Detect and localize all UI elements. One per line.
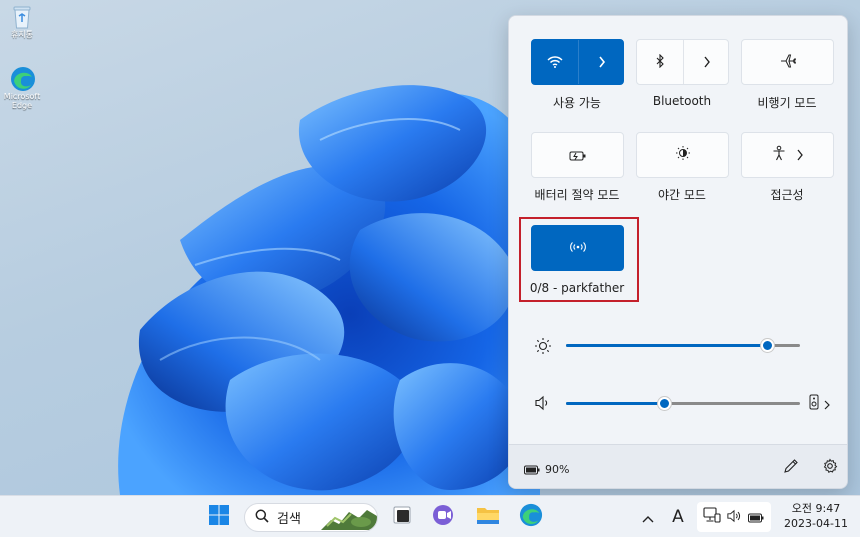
- system-tray-quick-settings-button[interactable]: [697, 502, 771, 532]
- task-view-icon: [391, 505, 413, 529]
- search-highlight-image: [321, 504, 377, 531]
- airplane-mode-tile-label: 비행기 모드: [757, 96, 817, 110]
- speaker-icon: [534, 395, 552, 415]
- bluetooth-icon: [655, 53, 665, 72]
- taskbar-clock[interactable]: 오전 9:47 2023-04-11: [776, 501, 856, 531]
- brightness-slider-fill: [566, 344, 767, 347]
- night-light-tile[interactable]: [636, 132, 729, 178]
- airplane-icon: [780, 53, 796, 72]
- wifi-tile-label: 사용 가능: [553, 96, 601, 110]
- settings-button[interactable]: [822, 458, 838, 478]
- mobile-hotspot-tile-label: 0/8 - parkfather: [529, 281, 625, 295]
- file-explorer-icon: [476, 505, 500, 529]
- speaker-icon: [726, 508, 742, 527]
- brightness-slider-thumb[interactable]: [761, 339, 774, 352]
- battery-icon: [524, 460, 540, 479]
- taskbar: 검색 A 오전 9:47 2023-04-11: [0, 495, 860, 537]
- battery-saver-tile[interactable]: [531, 132, 624, 178]
- chevron-right-icon: [703, 53, 711, 72]
- desktop-icon-recycle-bin[interactable]: 휴지통: [2, 4, 42, 39]
- taskbar-search-box[interactable]: 검색: [244, 503, 378, 532]
- airplane-mode-tile[interactable]: [741, 39, 834, 85]
- volume-slider[interactable]: [566, 395, 800, 413]
- clock-time: 오전 9:47: [791, 502, 841, 515]
- input-method-button[interactable]: A: [666, 502, 690, 532]
- audio-output-button[interactable]: [809, 394, 837, 414]
- wifi-tile[interactable]: [531, 39, 624, 85]
- mobile-hotspot-tile[interactable]: [531, 225, 624, 271]
- battery-saver-tile-label: 배터리 절약 모드: [534, 188, 620, 202]
- volume-slider-thumb[interactable]: [658, 397, 671, 410]
- night-light-icon: [675, 145, 691, 165]
- chevron-right-icon: [598, 53, 606, 72]
- brightness-icon: [534, 337, 552, 359]
- mobile-hotspot-icon: [569, 239, 587, 258]
- audio-device-icon: [809, 394, 819, 414]
- brightness-slider[interactable]: [566, 337, 800, 355]
- battery-percentage: 90%: [545, 463, 570, 476]
- quick-settings-footer: 90%: [509, 444, 847, 488]
- search-placeholder: 검색: [277, 512, 301, 527]
- desktop-icon-edge[interactable]: Microsoft Edge: [2, 66, 42, 110]
- file-explorer-button[interactable]: [472, 502, 504, 532]
- start-icon: [208, 504, 230, 530]
- battery-status-button[interactable]: 90%: [524, 460, 569, 479]
- chevron-right-icon: [824, 395, 830, 414]
- battery-saver-icon: [569, 146, 587, 165]
- edge-icon: [10, 66, 35, 91]
- accessibility-tile[interactable]: [741, 132, 834, 178]
- quick-settings-panel: 사용 가능 Bluetooth 비행기 모드 배터리 절약 모드 야간 모드 접…: [508, 15, 848, 489]
- edge-icon: [519, 503, 543, 531]
- recycle-bin-icon: [10, 4, 34, 29]
- bluetooth-expand-button[interactable]: [684, 40, 730, 84]
- wifi-expand-button[interactable]: [579, 40, 625, 84]
- quick-settings-body: 사용 가능 Bluetooth 비행기 모드 배터리 절약 모드 야간 모드 접…: [509, 16, 847, 444]
- teams-chat-button[interactable]: [428, 502, 460, 532]
- search-icon: [255, 508, 269, 527]
- pencil-icon: [783, 458, 799, 478]
- desktop-icon-label: Microsoft Edge: [3, 92, 41, 110]
- start-button[interactable]: [203, 502, 235, 532]
- wifi-icon: [547, 53, 563, 72]
- wifi-toggle[interactable]: [532, 40, 578, 84]
- night-light-tile-label: 야간 모드: [658, 188, 706, 202]
- bluetooth-toggle[interactable]: [637, 40, 683, 84]
- chevron-up-icon: [642, 508, 654, 527]
- volume-slider-fill: [566, 402, 664, 405]
- network-icon: [703, 507, 721, 527]
- bluetooth-tile-label: Bluetooth: [652, 94, 712, 108]
- gear-icon: [822, 458, 838, 478]
- accessibility-tile-label: 접근성: [770, 188, 804, 202]
- chevron-right-icon: [796, 146, 804, 165]
- bluetooth-tile[interactable]: [636, 39, 729, 85]
- desktop-icon-label: 휴지통: [10, 30, 34, 39]
- edit-quick-settings-button[interactable]: [783, 458, 799, 478]
- clock-date: 2023-04-11: [784, 517, 848, 530]
- task-view-button[interactable]: [386, 502, 418, 532]
- show-hidden-icons-button[interactable]: [637, 502, 659, 532]
- teams-chat-icon: [432, 504, 456, 530]
- accessibility-icon: [772, 145, 786, 165]
- battery-icon: [747, 508, 765, 527]
- edge-taskbar-button[interactable]: [515, 502, 547, 532]
